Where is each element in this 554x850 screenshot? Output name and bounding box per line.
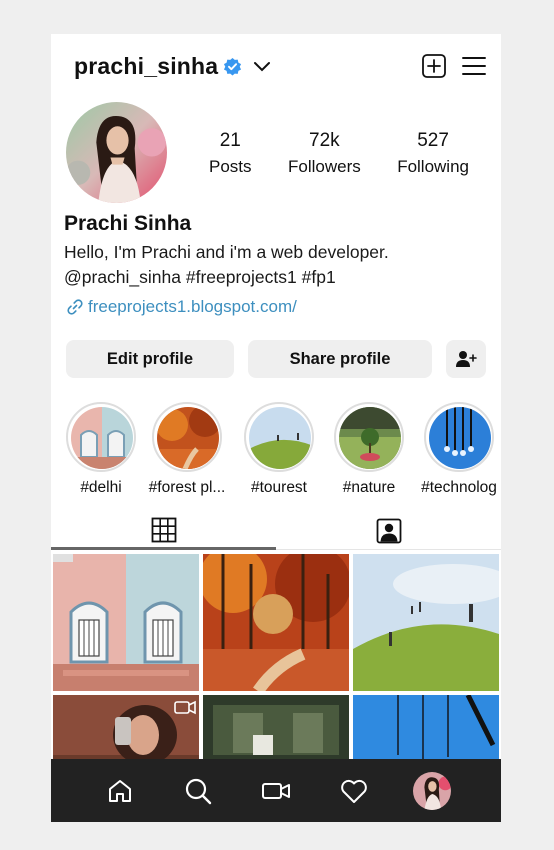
story-highlights: #delhi #forest pl... #tourest #nature #t… — [61, 402, 501, 498]
highlight-label: #forest pl... — [148, 479, 226, 496]
profile-screen: prachi_sinha 21 Posts 72k Followers 527 … — [51, 34, 501, 822]
nav-home[interactable] — [100, 771, 140, 811]
new-post-button[interactable] — [421, 53, 447, 79]
highlight-thumbnail — [71, 407, 133, 469]
highlight-forest[interactable]: #forest pl... — [147, 402, 227, 497]
profile-avatar[interactable] — [66, 102, 167, 203]
profile-bio: Hello, I'm Prachi and i'm a web develope… — [64, 240, 389, 290]
nav-search[interactable] — [178, 771, 218, 811]
profile-actions: Edit profile Share profile — [66, 340, 487, 378]
edit-profile-button[interactable]: Edit profile — [66, 340, 234, 378]
tagged-icon — [376, 518, 401, 544]
post-thumbnail — [53, 554, 199, 691]
grid-post[interactable] — [53, 554, 199, 691]
post-thumbnail — [353, 554, 499, 691]
highlight-technology[interactable]: #technolog — [419, 402, 499, 497]
grid-post[interactable] — [353, 554, 499, 691]
stat-value: 527 — [417, 130, 449, 151]
profile-stats: 21 Posts 72k Followers 527 Following — [209, 130, 469, 182]
bottom-navigation — [51, 759, 501, 822]
highlight-nature[interactable]: #nature — [329, 402, 409, 497]
link-text: freeprojects1.blogspot.com/ — [88, 297, 297, 316]
stat-label: Followers — [287, 157, 361, 176]
nav-reels[interactable] — [256, 771, 296, 811]
highlight-label: #tourest — [250, 479, 307, 496]
heart-icon — [341, 779, 367, 803]
grid-post[interactable] — [203, 554, 349, 691]
tab-tagged[interactable] — [276, 512, 501, 550]
add-person-icon — [456, 351, 477, 367]
post-thumbnail — [203, 554, 349, 691]
reels-icon — [262, 782, 290, 799]
stat-value: 72k — [309, 130, 340, 151]
new-post-icon — [422, 54, 446, 78]
highlight-delhi[interactable]: #delhi — [61, 402, 141, 497]
share-profile-button[interactable]: Share profile — [248, 340, 432, 378]
stat-followers[interactable]: 72k Followers — [288, 130, 361, 182]
profile-name: Prachi Sinha — [64, 212, 192, 235]
stat-label: Posts — [209, 157, 252, 176]
highlight-thumbnail — [339, 407, 401, 469]
nav-activity[interactable] — [334, 771, 374, 811]
chevron-down-icon — [254, 61, 271, 71]
stat-following[interactable]: 527 Following — [397, 130, 469, 182]
bio-line: Hello, I'm Prachi and i'm a web develope… — [64, 242, 389, 262]
menu-button[interactable] — [461, 53, 487, 79]
discover-people-button[interactable] — [446, 340, 486, 378]
stat-label: Following — [397, 157, 469, 176]
top-bar: prachi_sinha — [51, 34, 501, 100]
highlight-thumbnail — [429, 407, 491, 469]
profile-link[interactable]: freeprojects1.blogspot.com/ — [66, 297, 297, 317]
home-icon — [109, 779, 131, 802]
avatar — [413, 771, 451, 810]
highlight-thumbnail — [157, 407, 219, 469]
avatar-photo — [66, 102, 167, 203]
menu-icon — [462, 57, 486, 75]
grid-icon — [151, 517, 176, 542]
stat-value: 21 — [219, 130, 241, 151]
highlight-label: #technolog — [421, 479, 497, 496]
highlight-thumbnail — [249, 407, 311, 469]
verified-badge-icon — [224, 57, 242, 76]
stat-posts[interactable]: 21 Posts — [209, 130, 252, 182]
link-icon — [67, 299, 83, 315]
highlight-label: #nature — [342, 479, 396, 496]
nav-profile[interactable] — [412, 771, 452, 811]
bio-line: @prachi_sinha #freeprojects1 #fp1 — [64, 267, 336, 287]
account-switcher[interactable]: prachi_sinha — [74, 53, 271, 80]
profile-tabs — [51, 512, 501, 550]
search-icon — [185, 778, 212, 804]
tab-posts-grid[interactable] — [51, 512, 276, 550]
username: prachi_sinha — [74, 53, 219, 79]
highlight-label: #delhi — [80, 479, 122, 496]
highlight-tourest[interactable]: #tourest — [239, 402, 319, 497]
